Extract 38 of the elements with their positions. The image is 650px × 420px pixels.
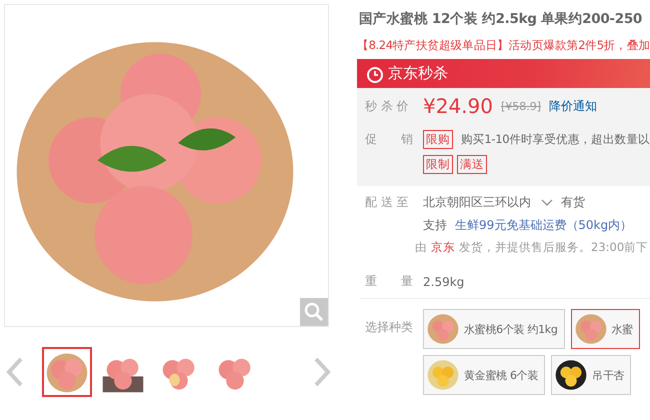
variant-option[interactable]: 黄金蜜桃 6个装 xyxy=(423,355,546,395)
shipping-prefix: 由 xyxy=(415,240,427,255)
thumbnail[interactable] xyxy=(42,347,92,397)
variant-option[interactable]: 水蜜桃6个装 约1kg xyxy=(423,309,565,349)
chevron-down-icon[interactable] xyxy=(541,198,553,206)
product-title: 国产水蜜桃 12个装 约2.5kg 单果约200-250 xyxy=(359,10,644,28)
weight-value: 2.59kg xyxy=(423,274,464,288)
sale-price: ¥24.90 xyxy=(423,94,493,118)
address-selector[interactable]: 北京朝阳区三环以内 xyxy=(423,194,531,211)
chevron-right-icon[interactable] xyxy=(313,357,331,387)
clock-icon xyxy=(366,64,384,82)
fruit-thumbnail xyxy=(427,359,459,391)
support-label: 支持 xyxy=(423,217,447,234)
delivery-label: 配 送 至 xyxy=(365,194,410,211)
seller-link[interactable]: 京东 xyxy=(431,240,455,255)
promotion-tag: 限制 xyxy=(423,155,453,174)
promotion-tag: 满送 xyxy=(457,155,487,174)
fruit-thumbnail xyxy=(555,359,588,391)
zoom-button[interactable] xyxy=(300,298,328,326)
price-label: 秒 杀 价 xyxy=(365,98,410,114)
price-alert-link[interactable]: 降价通知 xyxy=(549,98,598,114)
chevron-left-icon[interactable] xyxy=(6,357,24,387)
original-price: [¥58.9] xyxy=(500,100,542,112)
variant-label: 选择种类 xyxy=(365,319,414,336)
flash-sale-title: 京东秒杀 xyxy=(388,64,448,83)
promotion-tag: 限购 xyxy=(423,130,453,149)
variant-option[interactable]: 水蜜 xyxy=(570,309,640,349)
variant-option[interactable]: 吊干杏 xyxy=(551,355,632,395)
fruit-thumbnail xyxy=(427,313,459,345)
shipping-service-link[interactable]: 生鲜99元免基础运费（50kg内） xyxy=(455,217,632,234)
search-icon xyxy=(304,302,324,322)
promotion-label: 促 销 xyxy=(365,131,414,148)
fruit-thumbnail xyxy=(574,313,607,345)
shipping-text: 发货，并提供售后服务。23:00前下 xyxy=(459,240,648,255)
weight-label: 重 量 xyxy=(365,273,414,290)
promotion-text: 购买1-10件时享受优惠，超出数量以 xyxy=(461,132,650,147)
promo-text: 【8.24特产扶贫超级单品日】活动页爆款第2件5折，叠加 xyxy=(357,38,650,53)
stock-status: 有货 xyxy=(561,194,585,211)
